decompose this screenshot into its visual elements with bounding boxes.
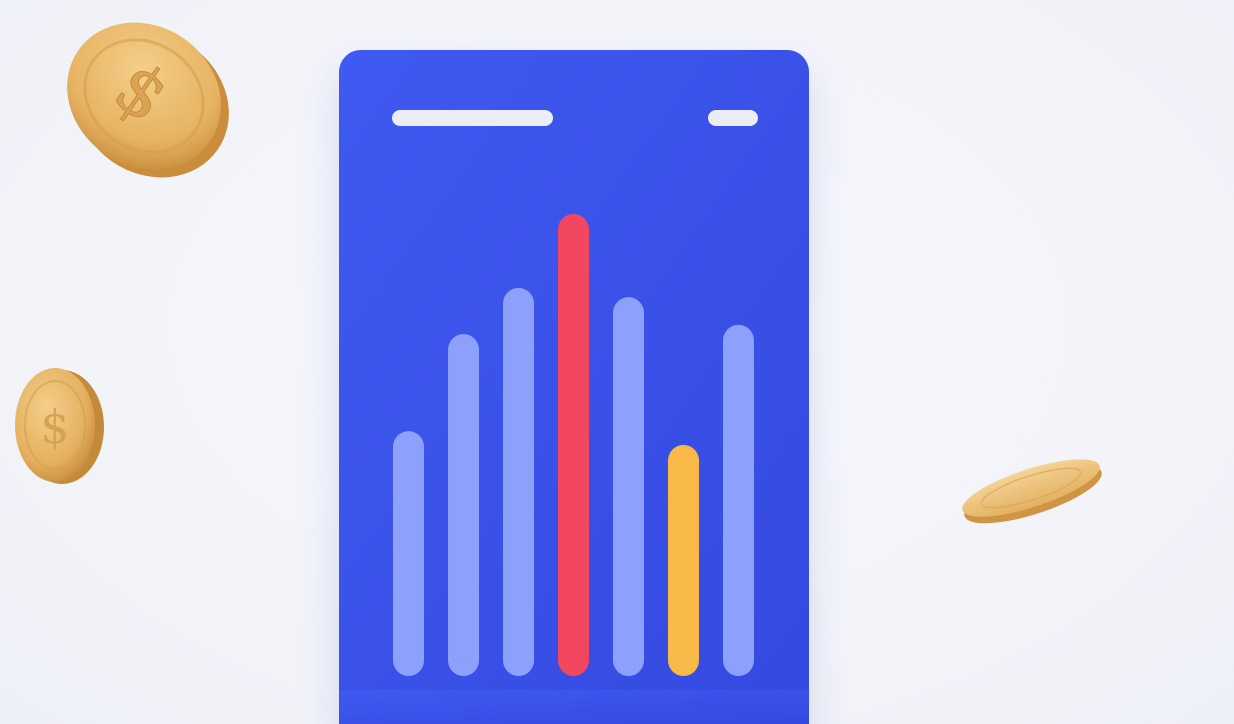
chart-bar (668, 445, 699, 676)
chart-bar (448, 334, 479, 676)
chart-bar (613, 297, 644, 676)
coin-icon (962, 459, 1102, 524)
illustration-scene: $ $ (0, 0, 1234, 724)
chart-bar (558, 214, 589, 676)
chart-bar (503, 287, 534, 676)
coin-icon: $ (15, 368, 104, 484)
chart-bar (723, 324, 754, 676)
svg-text:$: $ (40, 400, 69, 454)
chart-card (339, 50, 809, 724)
card-background-bottom (339, 690, 809, 724)
chart-bar (393, 431, 424, 676)
bar-chart (339, 50, 809, 724)
placeholder-title-line (392, 110, 553, 126)
placeholder-tag-line (708, 110, 758, 126)
dollar-coin-icon: $ (67, 22, 229, 178)
